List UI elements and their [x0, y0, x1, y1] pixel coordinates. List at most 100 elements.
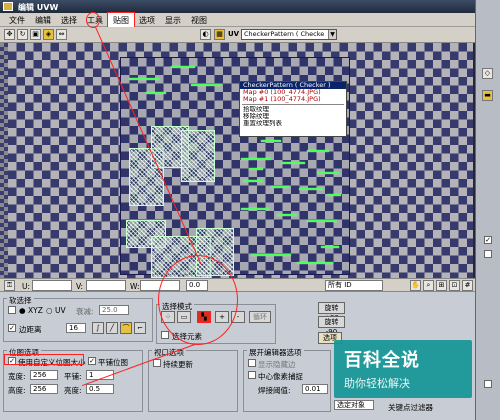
select-elements-checkbox[interactable] [161, 331, 169, 339]
uv-strip[interactable] [271, 186, 289, 188]
main-toolbar: ✥ ↻ ▣ ◈ ⇔ ◐ ▦ UV CheckerPattern ( Checke… [0, 27, 475, 43]
height-field[interactable]: 256 [30, 384, 58, 394]
map-option-remove-texture[interactable]: 移除纹理 [240, 113, 346, 120]
xyz-radio[interactable]: ● [19, 306, 26, 315]
edge-distance-field[interactable]: 16 [66, 323, 86, 333]
rotate-minus90-button[interactable]: 旋转 -90 [318, 316, 345, 336]
checker-icon[interactable]: ▦ [214, 29, 225, 40]
window-title: 编辑 UVW [18, 3, 59, 12]
uv-strip[interactable] [317, 172, 339, 174]
falloff-field[interactable]: 25.0 [99, 305, 129, 315]
uv-strip[interactable] [146, 92, 166, 94]
map-option-reset-list[interactable]: 重置纹理列表 [240, 120, 346, 127]
id-filter[interactable]: 所有 ID [325, 280, 383, 291]
width-label: 宽度: [8, 372, 26, 381]
falloff-label: 衰减: [76, 307, 94, 316]
dropdown-divider [242, 104, 344, 105]
grid-icon[interactable]: # [462, 280, 473, 291]
menu-edit[interactable]: 编辑 [30, 13, 56, 27]
show-hidden-edges-label: 显示隐藏边 [258, 360, 296, 369]
weld-threshold-label: 焊接阈值: [258, 386, 291, 395]
uv-label: UV [228, 30, 240, 38]
uv-strip[interactable] [191, 84, 221, 86]
soft-select-checkbox[interactable] [8, 306, 16, 314]
uv-strip[interactable] [243, 180, 263, 182]
map-selector[interactable]: CheckerPattern ( Checke ▼ [241, 29, 337, 40]
height-label: 高度: [8, 386, 26, 395]
tile-label: 平铺: [64, 372, 82, 381]
map-option-map0[interactable]: Map #0 (100_4774.JPG) [240, 89, 346, 96]
uv-strip[interactable] [241, 208, 269, 210]
uv-island[interactable] [181, 130, 215, 182]
panel-icon[interactable]: ◇ [482, 68, 493, 79]
uv-strip[interactable] [327, 194, 341, 196]
side-radio[interactable] [484, 380, 492, 388]
show-map-icon[interactable]: ◐ [200, 29, 211, 40]
pan-icon[interactable]: ✋ [410, 280, 421, 291]
move-icon[interactable]: ✥ [4, 29, 15, 40]
soft-select-group: 软选择 ● XYZ ○ UV 衰减: 25.0 ✓ 边距离 16 ∫ ╱ ⌒ ⌐ [3, 295, 153, 342]
viewport-options-group: 视口选项 持续更新 [148, 347, 238, 412]
zoom-region-icon[interactable]: ⊞ [436, 280, 447, 291]
linear-icon[interactable]: ╱ [106, 322, 118, 334]
uv-strip[interactable] [249, 168, 263, 170]
menu-view[interactable]: 视图 [186, 13, 212, 27]
modifier-icon[interactable]: ▬ [482, 90, 493, 101]
uv-strip[interactable] [281, 162, 305, 164]
curve-icon[interactable]: ∫ [92, 322, 104, 334]
mirror-icon[interactable]: ⇔ [56, 29, 67, 40]
constant-update-checkbox[interactable] [153, 359, 161, 367]
loop-button[interactable]: 循环 [249, 311, 271, 323]
center-pixel-snap-label: 中心像素捕捉 [258, 372, 303, 381]
weld-threshold-field[interactable]: 0.01 [302, 384, 328, 394]
map-option-pick-texture[interactable]: 拾取纹理 [240, 106, 346, 113]
map-dropdown-list: CheckerPattern ( Checker ) Map #0 (100_4… [239, 81, 347, 137]
smooth-icon[interactable]: ⌒ [120, 322, 132, 334]
menu-mapping[interactable]: 贴图 [107, 12, 135, 28]
rotate-plus90-button[interactable]: 旋转 +90 [318, 302, 345, 322]
key-filter-label[interactable]: 关键点过滤器 [388, 402, 433, 413]
side-checkbox[interactable] [484, 250, 492, 258]
chevron-down-icon[interactable]: ▼ [328, 30, 336, 39]
edge-distance-checkbox[interactable]: ✓ [8, 324, 16, 332]
center-pixel-snap-checkbox[interactable] [248, 371, 256, 379]
uv-strip[interactable] [261, 140, 281, 142]
menu-select[interactable]: 选择 [56, 13, 82, 27]
uv-viewport[interactable]: CheckerPattern ( Checker ) Map #0 (100_4… [0, 43, 475, 278]
uv-strip[interactable] [171, 66, 195, 68]
tile-bitmap-checkbox[interactable]: ✓ [88, 357, 96, 365]
map-selector-value: CheckerPattern ( Checke [244, 30, 325, 38]
lock-icon[interactable]: ⚿ [4, 280, 15, 291]
uv-strip[interactable] [307, 150, 329, 152]
u-field[interactable] [32, 280, 72, 291]
fast-icon[interactable]: ⌐ [134, 322, 146, 334]
uv-strip[interactable] [321, 246, 339, 248]
menu-display[interactable]: 显示 [160, 13, 186, 27]
uv-strip[interactable] [241, 158, 271, 160]
width-field[interactable]: 256 [30, 370, 58, 380]
title-bar: 编辑 UVW [0, 0, 500, 13]
rotate-icon[interactable]: ↻ [17, 29, 28, 40]
menu-options[interactable]: 选项 [134, 13, 160, 27]
uv-strip[interactable] [297, 262, 333, 264]
show-hidden-edges-checkbox[interactable] [248, 359, 256, 367]
map-option-checker[interactable]: CheckerPattern ( Checker ) [240, 82, 346, 89]
uv-radio[interactable]: ○ [46, 306, 53, 315]
uv-strip[interactable] [251, 254, 291, 256]
zoom-extents-icon[interactable]: ⊡ [449, 280, 460, 291]
uv-strip[interactable] [299, 188, 323, 190]
annotation-circle [86, 12, 100, 28]
uv-strip[interactable] [277, 214, 297, 216]
scale-icon[interactable]: ▣ [30, 29, 41, 40]
side-checkbox[interactable]: ✓ [484, 236, 492, 244]
brightness-field[interactable]: 0.5 [86, 384, 114, 394]
selection-dropdown[interactable]: 选定对象 [334, 400, 374, 410]
zoom-icon[interactable]: ⌕ [423, 280, 434, 291]
map-option-map1[interactable]: Map #1 (100_4774.JPG) [240, 96, 346, 103]
freeform-icon[interactable]: ◈ [43, 29, 54, 40]
uv-strip[interactable] [307, 220, 337, 222]
menu-file[interactable]: 文件 [4, 13, 30, 27]
v-field[interactable] [86, 280, 126, 291]
watermark-title: 百科全说 [344, 350, 420, 371]
uv-strip[interactable] [129, 78, 159, 80]
